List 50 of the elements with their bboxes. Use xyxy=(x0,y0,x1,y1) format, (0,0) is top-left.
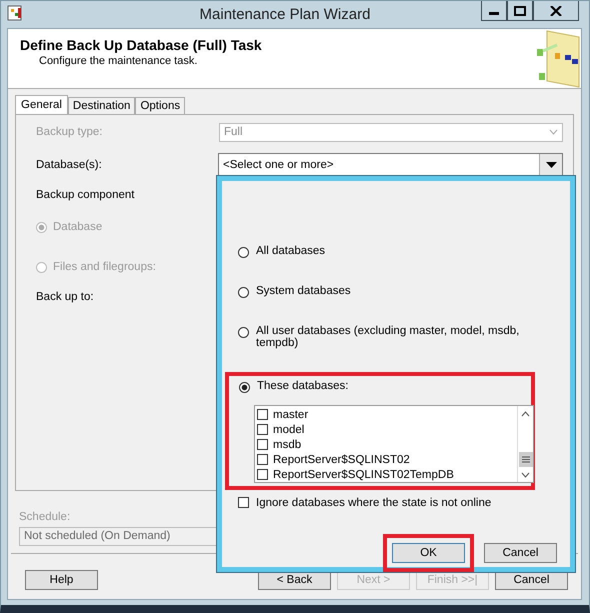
database-name: ReportServer$SQLINST02TempDB xyxy=(273,468,454,480)
tab[interactable]: General xyxy=(15,95,68,114)
radio-button[interactable] xyxy=(238,287,249,298)
radio-label: All databases xyxy=(256,245,326,257)
databases-dropdown[interactable]: <Select one or more> xyxy=(218,153,563,177)
dropdown-button[interactable] xyxy=(539,154,562,176)
schedule-field[interactable]: Not scheduled (On Demand) xyxy=(19,527,219,546)
database-name: master xyxy=(273,408,308,420)
checkbox[interactable] xyxy=(257,469,268,480)
checkbox-label: Ignore databases where the state is not online xyxy=(256,497,492,509)
radio-button[interactable] xyxy=(238,327,249,338)
section-label: Back up to: xyxy=(36,291,94,303)
radio-label: System databases xyxy=(256,285,351,297)
database-name: model xyxy=(273,424,304,436)
cancel-button[interactable]: Cancel xyxy=(484,543,557,563)
close-button[interactable] xyxy=(533,1,579,21)
radio-button[interactable] xyxy=(238,247,249,258)
chevron-icon xyxy=(549,129,558,135)
page-title: Define Back Up Database (Full) Task xyxy=(20,37,262,53)
app-icon xyxy=(7,5,23,21)
checkbox[interactable] xyxy=(257,409,268,420)
maximize-icon xyxy=(514,6,526,16)
section-label: Backup component xyxy=(36,189,136,201)
radio-button[interactable] xyxy=(239,382,250,393)
checkbox[interactable] xyxy=(257,454,268,465)
checkbox[interactable] xyxy=(238,497,249,508)
minimize-button[interactable] xyxy=(481,1,507,21)
field-label: Backup type: xyxy=(36,126,102,138)
tab[interactable]: Destination xyxy=(68,97,136,114)
database-name: ReportServer$SQLINST02 xyxy=(273,454,410,466)
radio-label: Files and filegroups: xyxy=(53,261,156,273)
tab[interactable]: Options xyxy=(135,97,186,114)
window-title: Maintenance Plan Wizard xyxy=(200,6,370,23)
close-icon xyxy=(550,6,562,16)
caret-icon xyxy=(546,162,556,168)
radio-label: All user databases (excluding master, model, msdb, tempdb) xyxy=(256,325,520,349)
workflow-diagram-icon xyxy=(535,29,581,89)
ok-button[interactable]: OK xyxy=(392,543,465,563)
radio-label: Database xyxy=(53,221,102,233)
checkbox[interactable] xyxy=(257,424,268,435)
scrollbar-thumb[interactable] xyxy=(518,452,532,467)
minimize-icon xyxy=(489,12,499,15)
database-name: msdb xyxy=(273,438,302,450)
maximize-button[interactable] xyxy=(507,1,533,21)
field-label: Database(s): xyxy=(36,159,102,171)
wizard-button[interactable]: Help xyxy=(25,570,98,590)
field-label: Schedule: xyxy=(19,511,72,523)
checkbox[interactable] xyxy=(257,439,268,450)
radio-label: These databases: xyxy=(257,380,348,392)
page-subtitle: Configure the maintenance task. xyxy=(39,55,198,67)
